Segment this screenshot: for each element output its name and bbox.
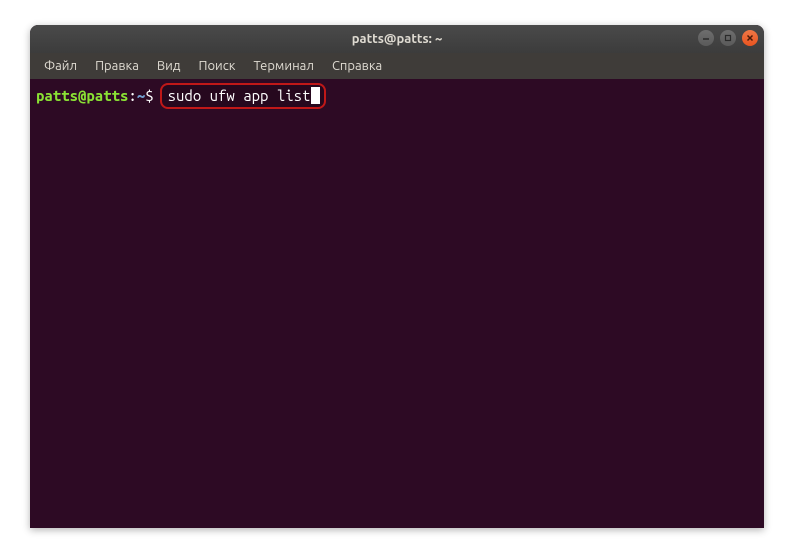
command-highlight-box: sudo ufw app list [160,83,327,109]
prompt-path: ~ [137,86,145,106]
minimize-button[interactable] [698,30,714,46]
terminal-body[interactable]: patts@patts:~$ sudo ufw app list [30,79,764,528]
cursor-icon [311,87,320,104]
prompt-line: patts@patts:~$ sudo ufw app list [36,83,758,109]
menubar: Файл Правка Вид Поиск Терминал Справка [30,53,764,79]
window-controls [698,30,758,46]
menu-edit[interactable]: Правка [87,56,147,76]
command-text: sudo ufw app list [168,86,311,106]
menu-file[interactable]: Файл [36,56,85,76]
titlebar: patts@patts: ~ [30,25,764,53]
close-button[interactable] [742,30,758,46]
prompt-colon: : [128,86,136,106]
menu-terminal[interactable]: Терминал [245,56,321,76]
prompt-user-host: patts@patts [36,86,128,106]
menu-help[interactable]: Справка [324,56,390,76]
terminal-window: patts@patts: ~ Файл Правка Вид Поиск Тер… [30,25,764,528]
menu-view[interactable]: Вид [149,56,189,76]
window-title: patts@patts: ~ [352,32,443,46]
menu-search[interactable]: Поиск [190,56,243,76]
maximize-button[interactable] [720,30,736,46]
prompt-symbol: $ [145,86,153,106]
